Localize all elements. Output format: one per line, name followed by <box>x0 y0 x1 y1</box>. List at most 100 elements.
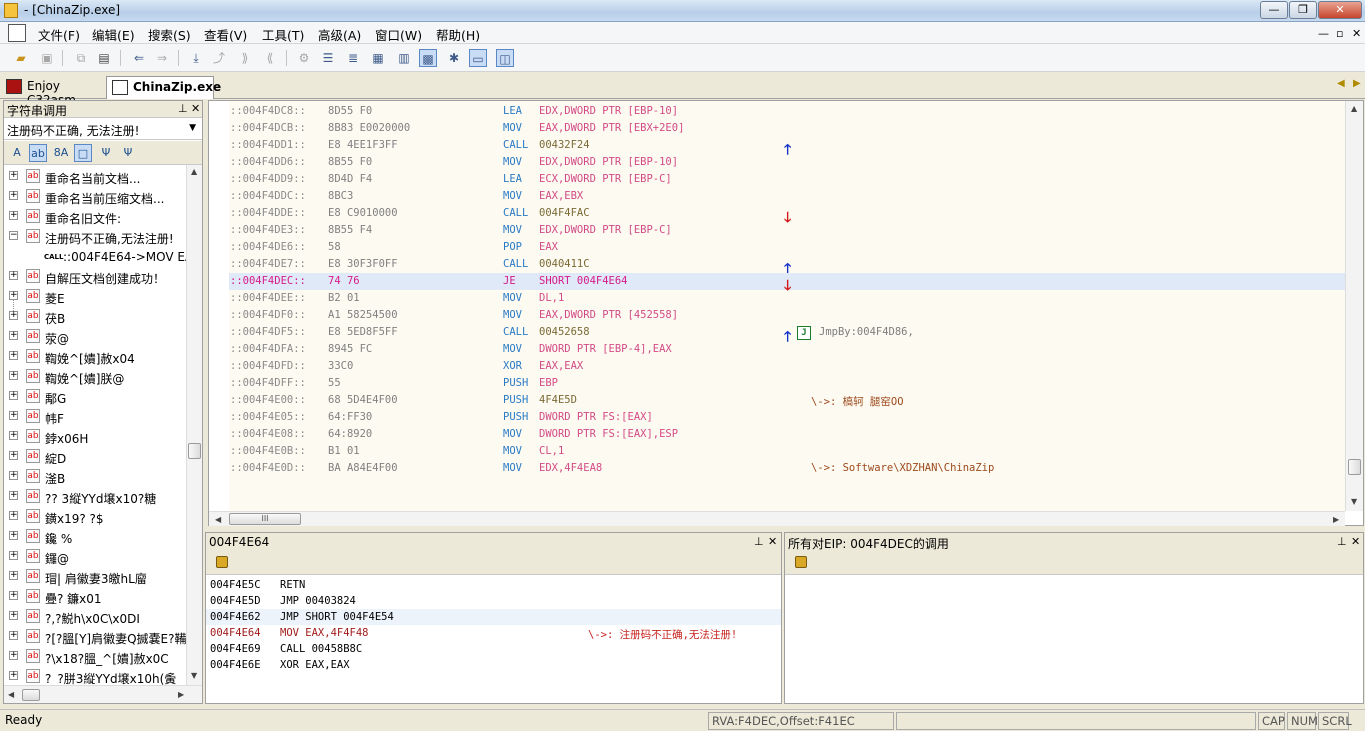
expand-icon[interactable]: + <box>9 331 18 340</box>
code-row[interactable]: ::004F4DE7:: E8 30F3F0FF CALL 0040411C 🡑 <box>229 256 1345 277</box>
document-icon[interactable] <box>8 24 26 42</box>
chevron-down-icon[interactable]: ▼ <box>189 123 196 133</box>
code-row[interactable]: ::004F4DEE:: B2 01 MOV DL,1 <box>229 290 1345 307</box>
filter-icon[interactable]: Ψ <box>97 144 115 162</box>
jump-icon[interactable]: ⤴ <box>210 49 228 67</box>
code-row-selected[interactable]: ::004F4DEC:: 74 76 JE SHORT 004F4E64 🡓 <box>229 273 1345 294</box>
tab-chinazip[interactable]: ChinaZip.exe <box>106 76 221 99</box>
listing-row[interactable]: 004F4E62 JMP SHORT 004F4E54 <box>206 609 781 625</box>
strings-vertical-scrollbar[interactable]: ▲ ▼ <box>186 165 202 685</box>
tree-item[interactable]: + ab ?\x18?膃_^[嬇]赦x0C <box>4 647 186 667</box>
close-button[interactable]: ✕ <box>1318 1 1362 19</box>
expand-icon[interactable]: + <box>9 351 18 360</box>
code-row[interactable]: ::004F4DDE:: E8 C9010000 CALL 004F4FAC 🡓 <box>229 205 1345 226</box>
find-icon[interactable]: A <box>8 144 26 162</box>
tree-item-selected[interactable]: − ab 注册码不正确,无法注册! <box>4 227 186 247</box>
code-row[interactable]: ::004F4E00:: 68 5D4E4F00 PUSH 4F4E5D \->: 槁轲… <box>229 392 1345 409</box>
scroll-right-icon[interactable]: ▶ <box>1333 515 1339 524</box>
tree-item[interactable]: + ab 菱E <box>4 287 186 307</box>
code-row[interactable]: ::004F4E05:: 64:FF30 PUSH DWORD PTR FS:[EAX… <box>229 409 1345 426</box>
expand-icon[interactable]: + <box>9 591 18 600</box>
code-row[interactable]: ::004F4DE6:: 58 POP EAX <box>229 239 1345 256</box>
code-row[interactable]: ::004F4E08:: 64:8920 MOV DWORD PTR FS:[EAX]… <box>229 426 1345 443</box>
listing-row[interactable]: 004F4E5D JMP 00403824 <box>206 593 781 609</box>
tree-item[interactable]: + ab 帏F <box>4 407 186 427</box>
close-icon[interactable]: ✕ <box>191 102 200 115</box>
listing-row[interactable]: 004F4E5C RETN <box>206 577 781 593</box>
scroll-thumb[interactable] <box>22 689 40 701</box>
close-icon[interactable]: ✕ <box>1351 535 1360 548</box>
tree-item[interactable]: + ab 鐄x19? ?$ <box>4 507 186 527</box>
jump-target-icon[interactable]: J <box>797 326 811 340</box>
expand-icon[interactable]: + <box>9 451 18 460</box>
tree-item[interactable]: + ab 自解压文档创建成功！ <box>4 267 186 287</box>
tree-item[interactable]: + ab 鑼@ <box>4 547 186 567</box>
menu-view[interactable]: 查看(V) <box>204 25 247 44</box>
menu-window[interactable]: 窗口(W) <box>375 25 422 44</box>
tree-item[interactable]: + ab 鋍x06H <box>4 427 186 447</box>
expand-icon[interactable]: + <box>9 431 18 440</box>
expand-icon[interactable]: + <box>9 551 18 560</box>
forward-icon[interactable]: ⇒ <box>153 49 171 67</box>
tab-enjoy-c32asm[interactable]: Enjoy C32asm <box>1 76 105 107</box>
scroll-thumb[interactable] <box>188 443 201 459</box>
string-filter-combo[interactable]: 注册码不正确, 无法注册! ▼ <box>4 119 202 140</box>
list-icon[interactable]: ☰ <box>319 49 337 67</box>
expand-icon[interactable]: + <box>9 531 18 540</box>
scroll-thumb[interactable] <box>1348 459 1361 475</box>
code-row[interactable]: ::004F4DE3:: 8B55 F4 MOV EDX,DWORD PTR [EBP… <box>229 222 1345 239</box>
code-row[interactable]: ::004F4DC8:: 8D55 F0 LEA EDX,DWORD PTR [EBP… <box>229 103 1345 120</box>
tree-item[interactable]: + ab 鞫娩^[嬇]朕@ <box>4 367 186 387</box>
tree-item[interactable]: + ab 綻D <box>4 447 186 467</box>
tree-item[interactable]: + ab 重命名当前文档... <box>4 167 186 187</box>
back-icon[interactable]: ⇐ <box>130 49 148 67</box>
expand-icon[interactable]: + <box>9 611 18 620</box>
pin-icon[interactable]: ⊥ <box>178 102 188 115</box>
menu-help[interactable]: 帮助(H) <box>436 25 480 44</box>
listing-row-target[interactable]: 004F4E64 MOV EAX,4F4F48 \->: 注册码不正确,无法注册! <box>206 625 781 641</box>
tree-item[interactable]: + ab 滏B <box>4 467 186 487</box>
expand-icon[interactable]: + <box>9 271 18 280</box>
jmp-by-label[interactable]: JmpBy:004F4D86, <box>819 326 914 338</box>
expand-icon[interactable]: + <box>9 671 18 680</box>
copy-icon[interactable]: ⧉ <box>72 49 90 67</box>
close-icon[interactable]: ✕ <box>768 535 777 548</box>
ascii-icon[interactable]: □ <box>74 144 92 162</box>
unicode-icon[interactable]: 8A <box>52 144 70 162</box>
menu-advanced[interactable]: 高级(A) <box>318 25 361 44</box>
grid-icon[interactable]: ▦ <box>369 49 387 67</box>
listing-row[interactable]: 004F4E69 CALL 00458B8C <box>206 641 781 657</box>
code-row[interactable]: ::004F4DCB:: 8B83 E0020000 MOV EAX,DWORD PT… <box>229 120 1345 137</box>
tree-item[interactable]: + ab 鞫娩^[嬇]赦x04 <box>4 347 186 367</box>
minimize-button[interactable]: — <box>1260 1 1288 19</box>
follow-icon[interactable]: ⟫ <box>236 49 254 67</box>
split-view-icon[interactable]: ◫ <box>496 49 514 67</box>
code-row[interactable]: ::004F4DFA:: 8945 FC MOV DWORD PTR [EBP-4],… <box>229 341 1345 358</box>
tree-item[interactable]: + ab 重命名旧文件: <box>4 207 186 227</box>
tree-item[interactable]: + ab 荥@ <box>4 327 186 347</box>
menu-tools[interactable]: 工具(T) <box>262 25 304 44</box>
listing-row[interactable]: 004F4E6E XOR EAX,EAX <box>206 657 781 673</box>
code-row[interactable]: ::004F4DFD:: 33C0 XOR EAX,EAX <box>229 358 1345 375</box>
tree-item[interactable]: + ab 鄅G <box>4 387 186 407</box>
code-row[interactable]: ::004F4DDC:: 8BC3 MOV EAX,EBX <box>229 188 1345 205</box>
scroll-down-icon[interactable]: ▼ <box>1351 497 1357 506</box>
scroll-left-icon[interactable]: ◀ <box>215 515 221 524</box>
tree-item[interactable]: + ab 重命名当前压缩文档... <box>4 187 186 207</box>
settings-icon[interactable]: ⚙ <box>295 49 313 67</box>
goto-icon[interactable]: ⤓ <box>187 49 205 67</box>
tree-child-item[interactable]: CALL::004F4E64->MOV EAX,4F4F48 <box>4 247 186 267</box>
tree-item[interactable]: + ab ?,?鮵h\x0C\x0DI <box>4 607 186 627</box>
tree-item[interactable]: + ab ?[?膃[Y]肩徽妻Q搣嚢E?鞴 <box>4 627 186 647</box>
indent-icon[interactable]: ≣ <box>344 49 362 67</box>
expand-icon[interactable]: + <box>9 171 18 180</box>
expand-icon[interactable]: + <box>9 511 18 520</box>
window-view-icon[interactable]: ▭ <box>469 49 487 67</box>
print-icon[interactable]: ▤ <box>95 49 113 67</box>
expand-icon[interactable]: + <box>9 291 18 300</box>
pin-icon[interactable]: ⊥ <box>1337 535 1347 548</box>
filter-all-icon[interactable]: Ψ <box>119 144 137 162</box>
expand-icon[interactable]: + <box>9 371 18 380</box>
scroll-right-icon[interactable]: ▶ <box>178 690 184 699</box>
scroll-up-icon[interactable]: ▲ <box>1351 104 1357 113</box>
